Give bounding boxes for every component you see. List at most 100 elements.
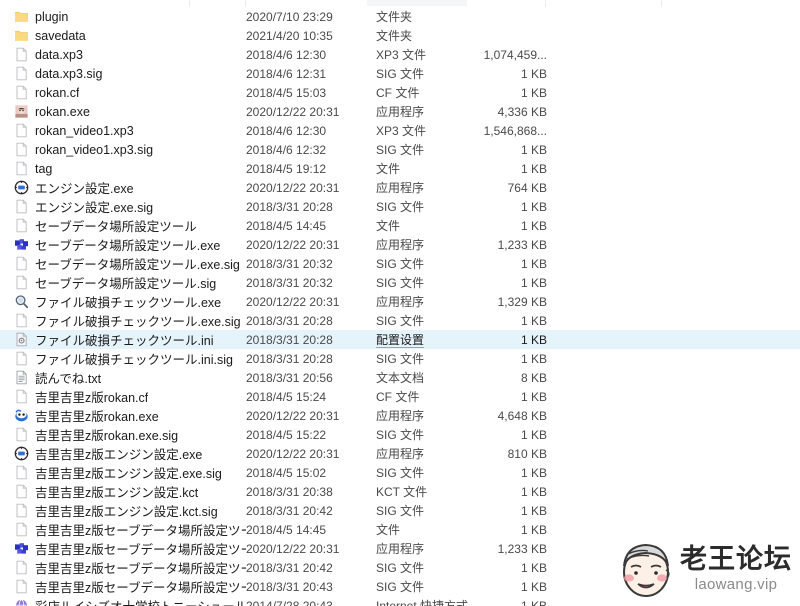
file-name-cell[interactable]: 吉里吉里z版エンジン設定.kct — [0, 482, 246, 501]
table-row[interactable]: 吉里吉里z版セーブデータ場所設定ツー... 2018/3/31 20:42 SIG … — [0, 558, 800, 577]
file-name-cell[interactable]: ファイル破損チェックツール.exe.sig — [0, 311, 246, 330]
file-size-cell: 1 KB — [520, 427, 547, 442]
file-name-cell[interactable]: tag — [0, 161, 246, 176]
table-row[interactable]: data.xp3 2018/4/6 12:30 XP3 文件 1,074,459... — [0, 45, 800, 64]
file-name-label: data.xp3.sig — [35, 66, 103, 81]
date-modified-cell: 2020/12/22 20:31 — [246, 237, 340, 252]
table-row[interactable]: plugin 2020/7/10 23:29 文件夹 — [0, 7, 800, 26]
table-row[interactable]: セーブデータ場所設定ツール.exe 2020/12/22 20:31 应用程序 1,2… — [0, 235, 800, 254]
date-modified-cell: 2018/3/31 20:28 — [246, 199, 333, 214]
shortcut-icon — [14, 598, 29, 606]
table-row[interactable]: 吉里吉里z版rokan.cf 2018/4/5 15:24 CF 文件 1 KB — [0, 387, 800, 406]
file-name-cell[interactable]: data.xp3 — [0, 47, 246, 62]
file-name-cell[interactable]: エンジン設定.exe — [0, 178, 246, 197]
table-row[interactable]: rokan_video1.xp3 2018/4/6 12:30 XP3 文件 1,54… — [0, 121, 800, 140]
file-name-cell[interactable]: 吉里吉里z版セーブデータ場所設定ツー... — [0, 558, 246, 577]
table-row[interactable]: ファイル破損チェックツール.ini 2018/3/31 20:28 配置设置 1 KB — [0, 330, 800, 349]
file-name-cell[interactable]: 吉里吉里z版エンジン設定.kct.sig — [0, 501, 246, 520]
table-row[interactable]: セーブデータ場所設定ツール 2018/4/5 14:45 文件 1 KB — [0, 216, 800, 235]
table-row[interactable]: savedata 2021/4/20 10:35 文件夹 — [0, 26, 800, 45]
table-row[interactable]: rokan.exe 2020/12/22 20:31 应用程序 4,336 KB — [0, 102, 800, 121]
table-row[interactable]: 吉里吉里z版セーブデータ場所設定ツー... 2020/12/22 20:31 应用程… — [0, 539, 800, 558]
file-name-label: セーブデータ場所設定ツール — [35, 220, 197, 234]
file-name-cell[interactable]: セーブデータ場所設定ツール.sig — [0, 273, 246, 292]
generic-file-icon — [14, 484, 29, 499]
file-name-cell[interactable]: 吉里吉里z版セーブデータ場所設定ツール — [0, 520, 246, 539]
file-type-label: SIG 文件 — [376, 466, 425, 480]
table-row[interactable]: 彩店ルイシズオ十学校トニーシュールト2014/7/28 20:43 Interne… — [0, 596, 800, 606]
file-name-cell[interactable]: 吉里吉里z版セーブデータ場所設定ツー... — [0, 539, 246, 558]
file-type-label: SIG 文件 — [376, 276, 425, 290]
table-row[interactable]: 吉里吉里z版エンジン設定.exe.sig 2018/4/5 15:02 SIG 文件… — [0, 463, 800, 482]
file-name-label: 吉里吉里z版セーブデータ場所設定ツー... — [35, 581, 246, 595]
table-row[interactable]: rokan_video1.xp3.sig 2018/4/6 12:32 SIG 文件… — [0, 140, 800, 159]
generic-file-icon — [14, 427, 29, 442]
table-row[interactable]: セーブデータ場所設定ツール.exe.sig 2018/3/31 20:32 SIG … — [0, 254, 800, 273]
table-row[interactable]: 吉里吉里z版rokan.exe 2020/12/22 20:31 应用程序 4,648… — [0, 406, 800, 425]
file-name-cell[interactable]: ファイル破損チェックツール.ini — [0, 330, 246, 349]
table-row[interactable]: 吉里吉里z版エンジン設定.exe 2020/12/22 20:31 应用程序 810 … — [0, 444, 800, 463]
date-modified-cell: 2018/3/31 20:42 — [246, 560, 333, 575]
file-type-label: SIG 文件 — [376, 352, 425, 366]
file-name-cell[interactable]: 吉里吉里z版rokan.cf — [0, 387, 246, 406]
file-name-cell[interactable]: rokan.cf — [0, 85, 246, 100]
table-row[interactable]: 吉里吉里z版エンジン設定.kct.sig 2018/3/31 20:42 SIG 文… — [0, 501, 800, 520]
file-name-cell[interactable]: rokan.exe — [0, 104, 246, 119]
file-name-cell[interactable]: セーブデータ場所設定ツール.exe — [0, 235, 246, 254]
file-name-cell[interactable]: 吉里吉里z版rokan.exe.sig — [0, 425, 246, 444]
generic-file-icon — [14, 85, 29, 100]
date-modified-cell: 2018/4/6 12:30 — [246, 47, 327, 62]
file-type-label: KCT 文件 — [376, 485, 428, 499]
file-name-cell[interactable]: 読んでね.txt — [0, 368, 246, 387]
file-name-cell[interactable]: エンジン設定.exe.sig — [0, 197, 246, 216]
date-modified-cell: 2018/4/5 15:24 — [246, 389, 327, 404]
table-row[interactable]: 吉里吉里z版セーブデータ場所設定ツール 2018/4/5 14:45 文件 1 KB — [0, 520, 800, 539]
table-row[interactable]: 読んでね.txt 2018/3/31 20:56 文本文档 8 KB — [0, 368, 800, 387]
table-row[interactable]: 吉里吉里z版rokan.exe.sig 2018/4/5 15:22 SIG 文件 1… — [0, 425, 800, 444]
file-type-label: XP3 文件 — [376, 124, 427, 138]
table-row[interactable]: ファイル破損チェックツール.exe 2020/12/22 20:31 应用程序 1,3… — [0, 292, 800, 311]
file-size-cell: 1 KB — [520, 85, 547, 100]
folder-icon — [14, 9, 29, 24]
file-name-cell[interactable]: ファイル破損チェックツール.exe — [0, 292, 246, 311]
table-row[interactable]: エンジン設定.exe.sig 2018/3/31 20:28 SIG 文件 1 KB — [0, 197, 800, 216]
file-name-cell[interactable]: セーブデータ場所設定ツール.exe.sig — [0, 254, 246, 273]
file-name-cell[interactable]: セーブデータ場所設定ツール — [0, 216, 246, 235]
magnifier-icon — [14, 294, 29, 309]
file-size-cell: 4,648 KB — [497, 408, 547, 423]
file-type-label: 文本文档 — [376, 371, 425, 385]
blue-app-icon — [14, 237, 29, 252]
file-name-cell[interactable]: rokan_video1.xp3 — [0, 123, 246, 138]
file-name-cell[interactable]: 吉里吉里z版rokan.exe — [0, 406, 246, 425]
date-modified-cell: 2020/12/22 20:31 — [246, 541, 340, 556]
table-row[interactable]: data.xp3.sig 2018/4/6 12:31 SIG 文件 1 KB — [0, 64, 800, 83]
table-row[interactable]: rokan.cf 2018/4/5 15:03 CF 文件 1 KB — [0, 83, 800, 102]
file-type-label: CF 文件 — [376, 86, 420, 100]
file-type-label: SIG 文件 — [376, 257, 425, 271]
table-row[interactable]: 吉里吉里z版エンジン設定.kct 2018/3/31 20:38 KCT 文件 1 K… — [0, 482, 800, 501]
file-name-cell[interactable]: data.xp3.sig — [0, 66, 246, 81]
generic-file-icon — [14, 218, 29, 233]
date-modified-cell: 2020/12/22 20:31 — [246, 294, 340, 309]
file-name-cell[interactable]: plugin — [0, 9, 246, 24]
table-row[interactable]: エンジン設定.exe 2020/12/22 20:31 应用程序 764 KB — [0, 178, 800, 197]
table-row[interactable]: ファイル破損チェックツール.exe.sig 2018/3/31 20:28 SIG … — [0, 311, 800, 330]
table-row[interactable]: セーブデータ場所設定ツール.sig 2018/3/31 20:32 SIG 文件 1 … — [0, 273, 800, 292]
file-name-cell[interactable]: savedata — [0, 28, 246, 43]
table-row[interactable]: 吉里吉里z版セーブデータ場所設定ツー... 2018/3/31 20:43 SIG … — [0, 577, 800, 596]
date-modified-cell: 2018/4/6 12:30 — [246, 123, 327, 138]
date-modified-cell: 2020/12/22 20:31 — [246, 104, 340, 119]
file-type-cell: 应用程序 — [366, 540, 471, 557]
file-name-cell[interactable]: 吉里吉里z版エンジン設定.exe — [0, 444, 246, 463]
file-name-cell[interactable]: 吉里吉里z版エンジン設定.exe.sig — [0, 463, 246, 482]
file-name-cell[interactable]: 彩店ルイシズオ十学校トニーシュールト — [0, 596, 246, 606]
table-row[interactable]: ファイル破損チェックツール.ini.sig 2018/3/31 20:28 SIG … — [0, 349, 800, 368]
date-modified-cell: 2018/3/31 20:43 — [246, 579, 333, 594]
file-name-cell[interactable]: ファイル破損チェックツール.ini.sig — [0, 349, 246, 368]
table-row[interactable]: tag 2018/4/5 19:12 文件 1 KB — [0, 159, 800, 178]
date-modified-cell: 2020/12/22 20:31 — [246, 446, 340, 461]
file-name-cell[interactable]: 吉里吉里z版セーブデータ場所設定ツー... — [0, 577, 246, 596]
file-type-label: 应用程序 — [376, 295, 425, 309]
file-list[interactable]: plugin 2020/7/10 23:29 文件夹 savedata 2021/4/2… — [0, 7, 800, 606]
file-name-cell[interactable]: rokan_video1.xp3.sig — [0, 142, 246, 157]
